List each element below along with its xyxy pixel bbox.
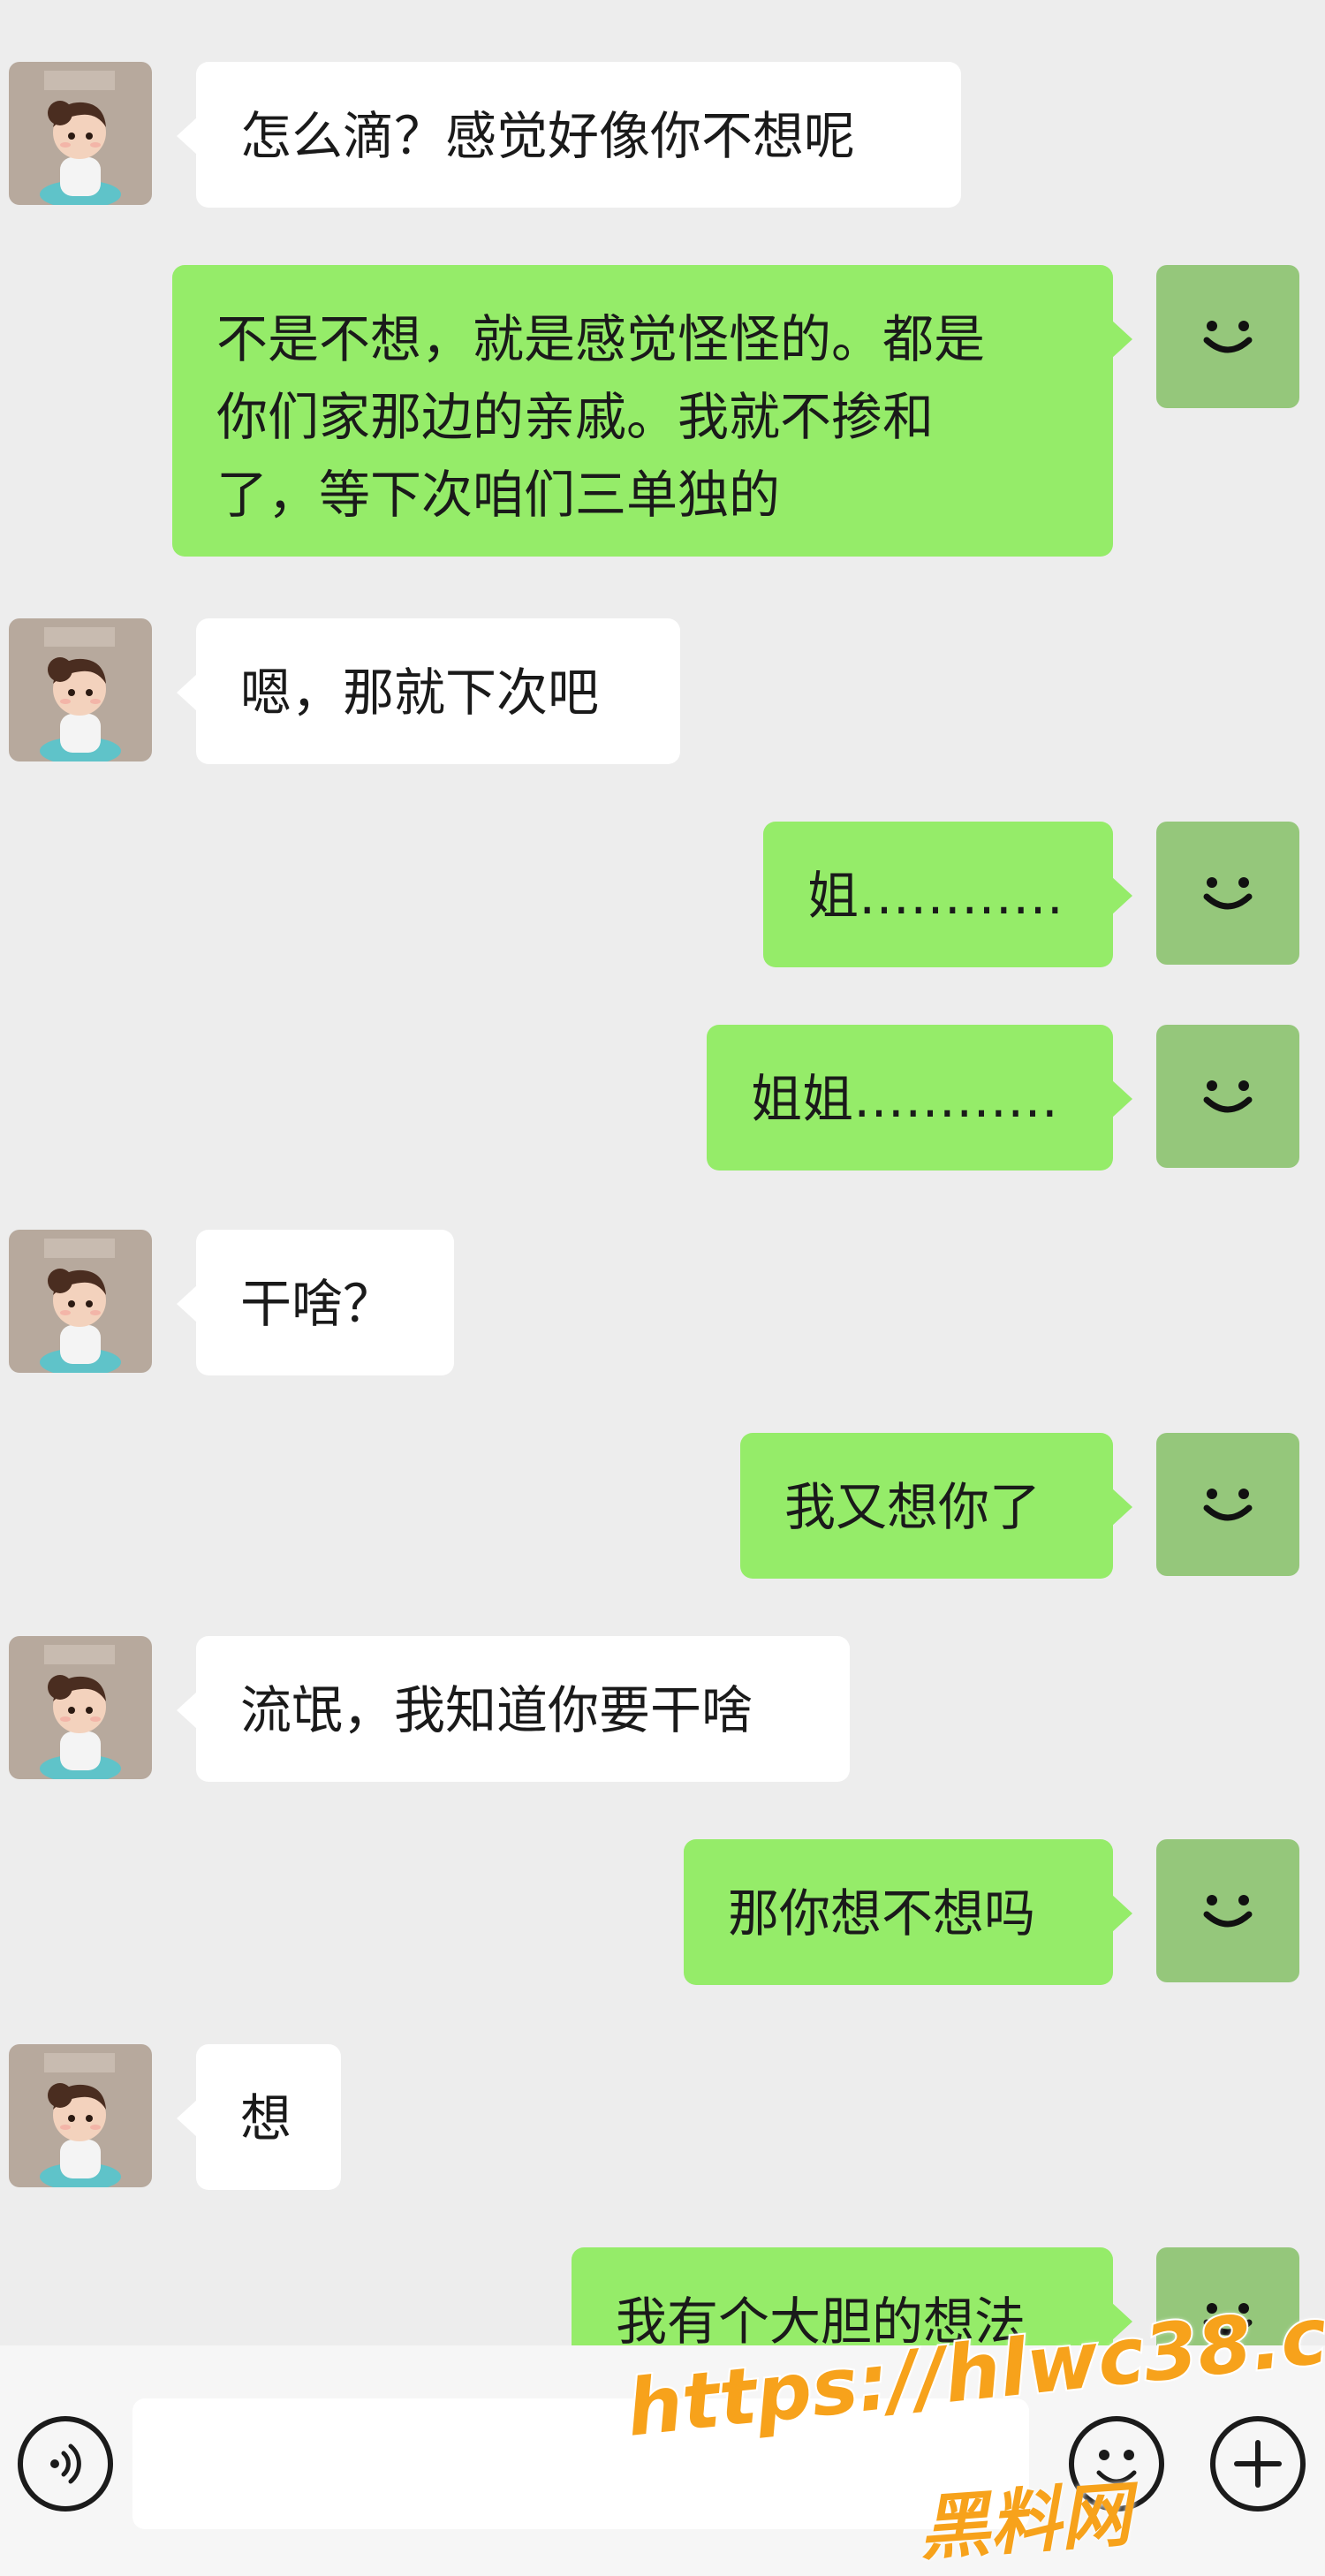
received-message-bubble[interactable]: 怎么滴？感觉好像你不想呢	[177, 62, 961, 208]
message-row: 干啥？	[0, 1230, 1325, 1375]
message-text: 流氓，我知道你要干啥	[240, 1680, 753, 1740]
smile-face-icon	[1203, 877, 1253, 910]
message-row: 我又想你了	[0, 1433, 1325, 1579]
contact-avatar-icon	[9, 62, 152, 205]
contact-avatar-icon	[9, 1636, 152, 1779]
message-row: 怎么滴？感觉好像你不想呢	[0, 62, 1325, 208]
voice-icon	[50, 2443, 81, 2484]
sent-message-bubble[interactable]: 姐姐…………	[707, 1025, 1132, 1171]
received-message-bubble[interactable]: 嗯，那就下次吧	[177, 618, 680, 764]
message-text: 姐姐…………	[751, 1069, 1059, 1129]
smile-face-icon	[1203, 1080, 1253, 1113]
contact-avatar-icon	[9, 618, 152, 761]
message-row: 那你想不想吗	[0, 1839, 1325, 1985]
contact-avatar[interactable]	[9, 62, 152, 205]
contact-avatar[interactable]	[9, 1636, 152, 1779]
sent-message-bubble[interactable]: 那你想不想吗	[684, 1839, 1132, 1985]
contact-avatar[interactable]	[9, 618, 152, 761]
self-avatar[interactable]	[1156, 1025, 1299, 1168]
contact-avatar-icon	[9, 1230, 152, 1373]
message-text: 怎么滴？感觉好像你不想呢	[240, 106, 856, 166]
watermark: https://hlwc38.com 黑料网	[621, 2274, 1325, 2570]
message-text: 我又想你了	[784, 1477, 1041, 1537]
message-text: 想	[240, 2088, 292, 2148]
voice-button[interactable]	[18, 2416, 113, 2512]
smile-face-icon	[1203, 321, 1253, 353]
contact-avatar-icon	[9, 2044, 152, 2187]
watermark-name: 黑料网	[916, 2473, 1134, 2571]
message-row: 不是不想，就是感觉怪怪的。都是 你们家那边的亲戚。我就不掺和 了，等下次咱们三单…	[0, 265, 1325, 557]
smile-face-icon	[1203, 1895, 1253, 1928]
message-row: 姐…………	[0, 822, 1325, 967]
chat-area[interactable]: 怎么滴？感觉好像你不想呢不是不想，就是感觉怪怪的。都是 你们家那边的亲戚。我就不…	[0, 0, 1325, 2393]
self-avatar[interactable]	[1156, 822, 1299, 965]
received-message-bubble[interactable]: 流氓，我知道你要干啥	[177, 1636, 850, 1782]
message-row: 流氓，我知道你要干啥	[0, 1636, 1325, 1782]
contact-avatar[interactable]	[9, 2044, 152, 2187]
smile-face-icon	[1203, 1489, 1253, 1521]
sent-message-bubble[interactable]: 姐…………	[763, 822, 1132, 967]
message-text: 那你想不想吗	[728, 1883, 1036, 1943]
sent-message-bubble[interactable]: 不是不想，就是感觉怪怪的。都是 你们家那边的亲戚。我就不掺和 了，等下次咱们三单…	[172, 265, 1132, 557]
message-text: 嗯，那就下次吧	[240, 663, 600, 723]
self-avatar[interactable]	[1156, 1839, 1299, 1982]
received-message-bubble[interactable]: 想	[177, 2044, 341, 2190]
self-avatar[interactable]	[1156, 265, 1299, 408]
message-row: 嗯，那就下次吧	[0, 618, 1325, 764]
message-row: 姐姐…………	[0, 1025, 1325, 1171]
message-text: 干啥？	[240, 1274, 395, 1334]
message-row: 想	[0, 2044, 1325, 2190]
received-message-bubble[interactable]: 干啥？	[177, 1230, 454, 1375]
message-text: 姐…………	[807, 866, 1064, 926]
contact-avatar[interactable]	[9, 1230, 152, 1373]
message-text: 不是不想，就是感觉怪怪的。都是 你们家那边的亲戚。我就不掺和 了，等下次咱们三单…	[216, 309, 986, 525]
sent-message-bubble[interactable]: 我又想你了	[740, 1433, 1132, 1579]
self-avatar[interactable]	[1156, 1433, 1299, 1576]
